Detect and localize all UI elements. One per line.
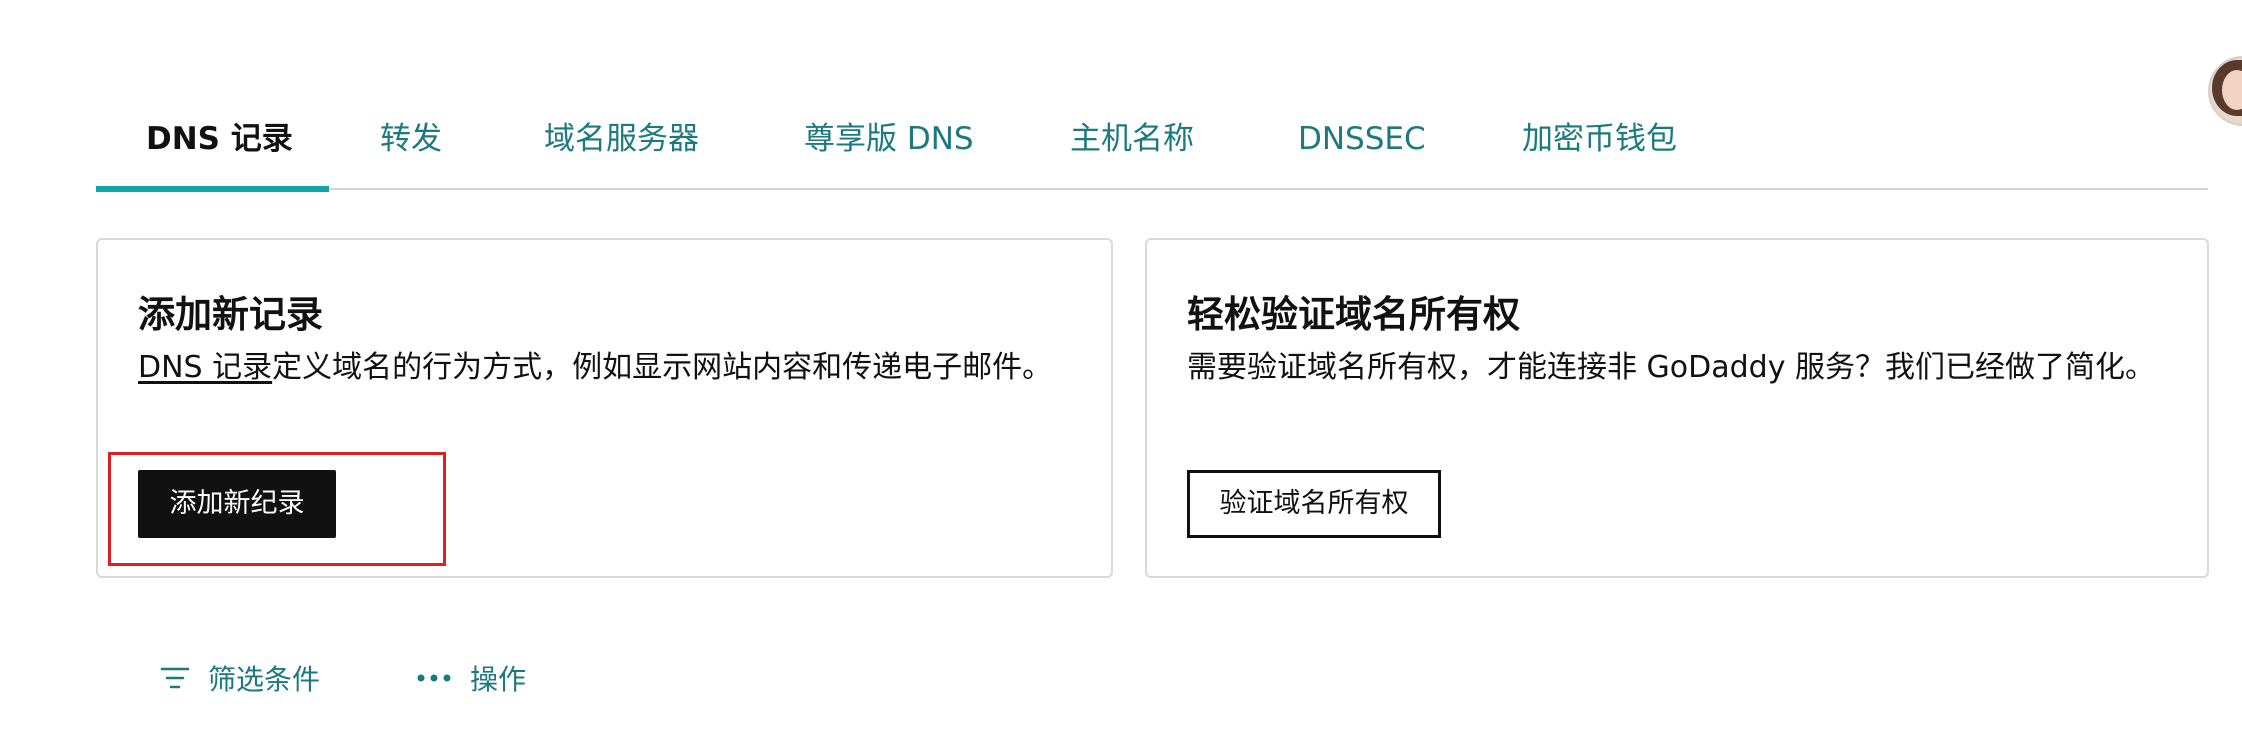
tab-label: DNSSEC [1298, 121, 1426, 157]
tab-dns-records[interactable]: DNS 记录 [146, 96, 293, 188]
tab-label: 加密币钱包 [1522, 121, 1677, 157]
tab-forwarding[interactable]: 转发 [380, 96, 442, 188]
add-record-description: DNS 记录定义域名的行为方式，例如显示网站内容和传递电子邮件。 [138, 344, 1078, 392]
verify-ownership-button[interactable]: 验证域名所有权 [1187, 470, 1441, 538]
filter-button[interactable]: 筛选条件 [160, 654, 320, 702]
active-tab-indicator [96, 186, 329, 192]
actions-menu-button[interactable]: 操作 [416, 654, 526, 702]
verify-ownership-card: 轻松验证域名所有权 需要验证域名所有权，才能连接非 GoDaddy 服务？我们已… [1145, 238, 2209, 578]
tab-label: 尊享版 DNS [804, 121, 974, 157]
tab-label: 转发 [380, 121, 442, 157]
actions-label: 操作 [470, 663, 527, 696]
add-record-description-text: 定义域名的行为方式，例如显示网站内容和传递电子邮件。 [272, 350, 1053, 385]
tab-premium-dns[interactable]: 尊享版 DNS [804, 96, 974, 188]
tab-hostnames[interactable]: 主机名称 [1070, 96, 1194, 188]
tab-crypto-wallet[interactable]: 加密币钱包 [1522, 96, 1677, 188]
filter-icon [160, 667, 190, 689]
tab-label: 域名服务器 [544, 121, 699, 157]
add-new-record-button[interactable]: 添加新纪录 [138, 470, 336, 538]
verify-ownership-description: 需要验证域名所有权，才能连接非 GoDaddy 服务？我们已经做了简化。 [1187, 350, 2155, 385]
tab-dnssec[interactable]: DNSSEC [1298, 96, 1426, 188]
add-record-card: 添加新记录 DNS 记录定义域名的行为方式，例如显示网站内容和传递电子邮件。 添… [96, 238, 1113, 578]
dns-page: DNS 记录 转发 域名服务器 尊享版 DNS 主机名称 DNSSEC 加密币钱… [0, 0, 2242, 756]
user-avatar[interactable] [2208, 56, 2242, 126]
dns-tabs: DNS 记录 转发 域名服务器 尊享版 DNS 主机名称 DNSSEC 加密币钱… [96, 96, 2208, 192]
tab-label: 主机名称 [1070, 121, 1194, 157]
dns-records-link[interactable]: DNS 记录 [138, 350, 272, 385]
add-record-title: 添加新记录 [138, 293, 323, 336]
verify-ownership-title: 轻松验证域名所有权 [1187, 293, 1520, 336]
filter-label: 筛选条件 [208, 663, 321, 696]
more-dots-icon [417, 674, 451, 682]
tab-label: DNS 记录 [146, 121, 293, 157]
tab-nameservers[interactable]: 域名服务器 [544, 96, 699, 188]
